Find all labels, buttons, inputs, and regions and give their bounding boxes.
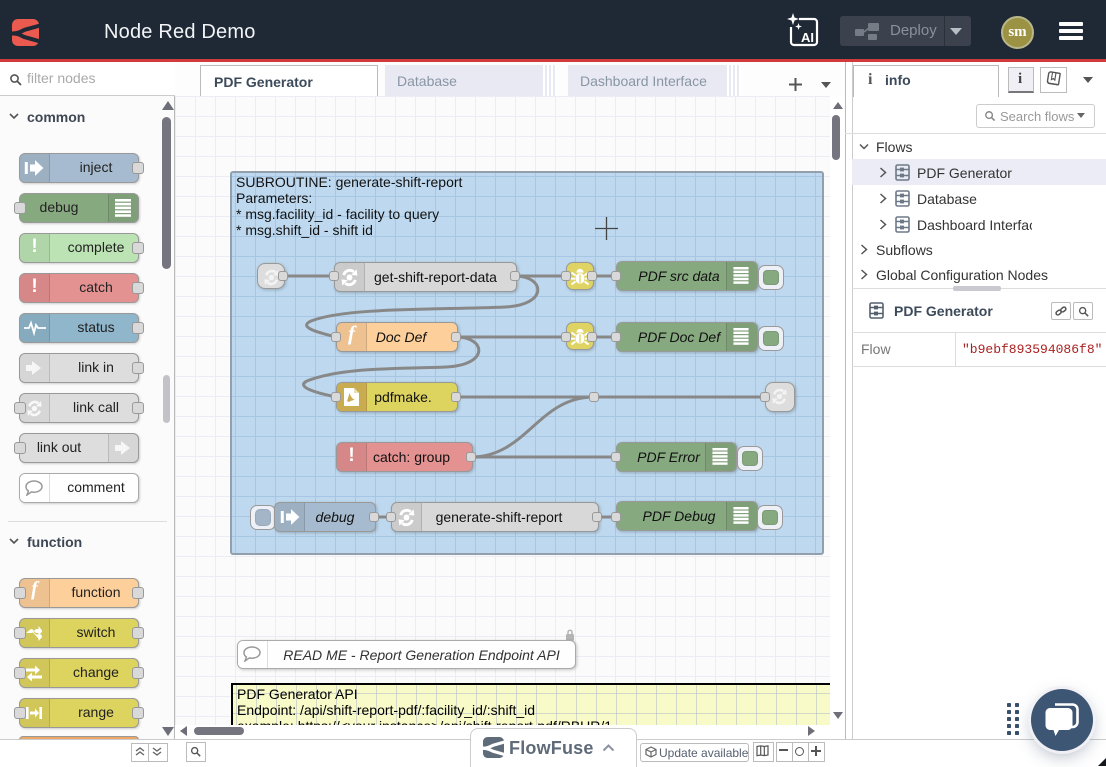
- svg-text:AI: AI: [801, 30, 814, 45]
